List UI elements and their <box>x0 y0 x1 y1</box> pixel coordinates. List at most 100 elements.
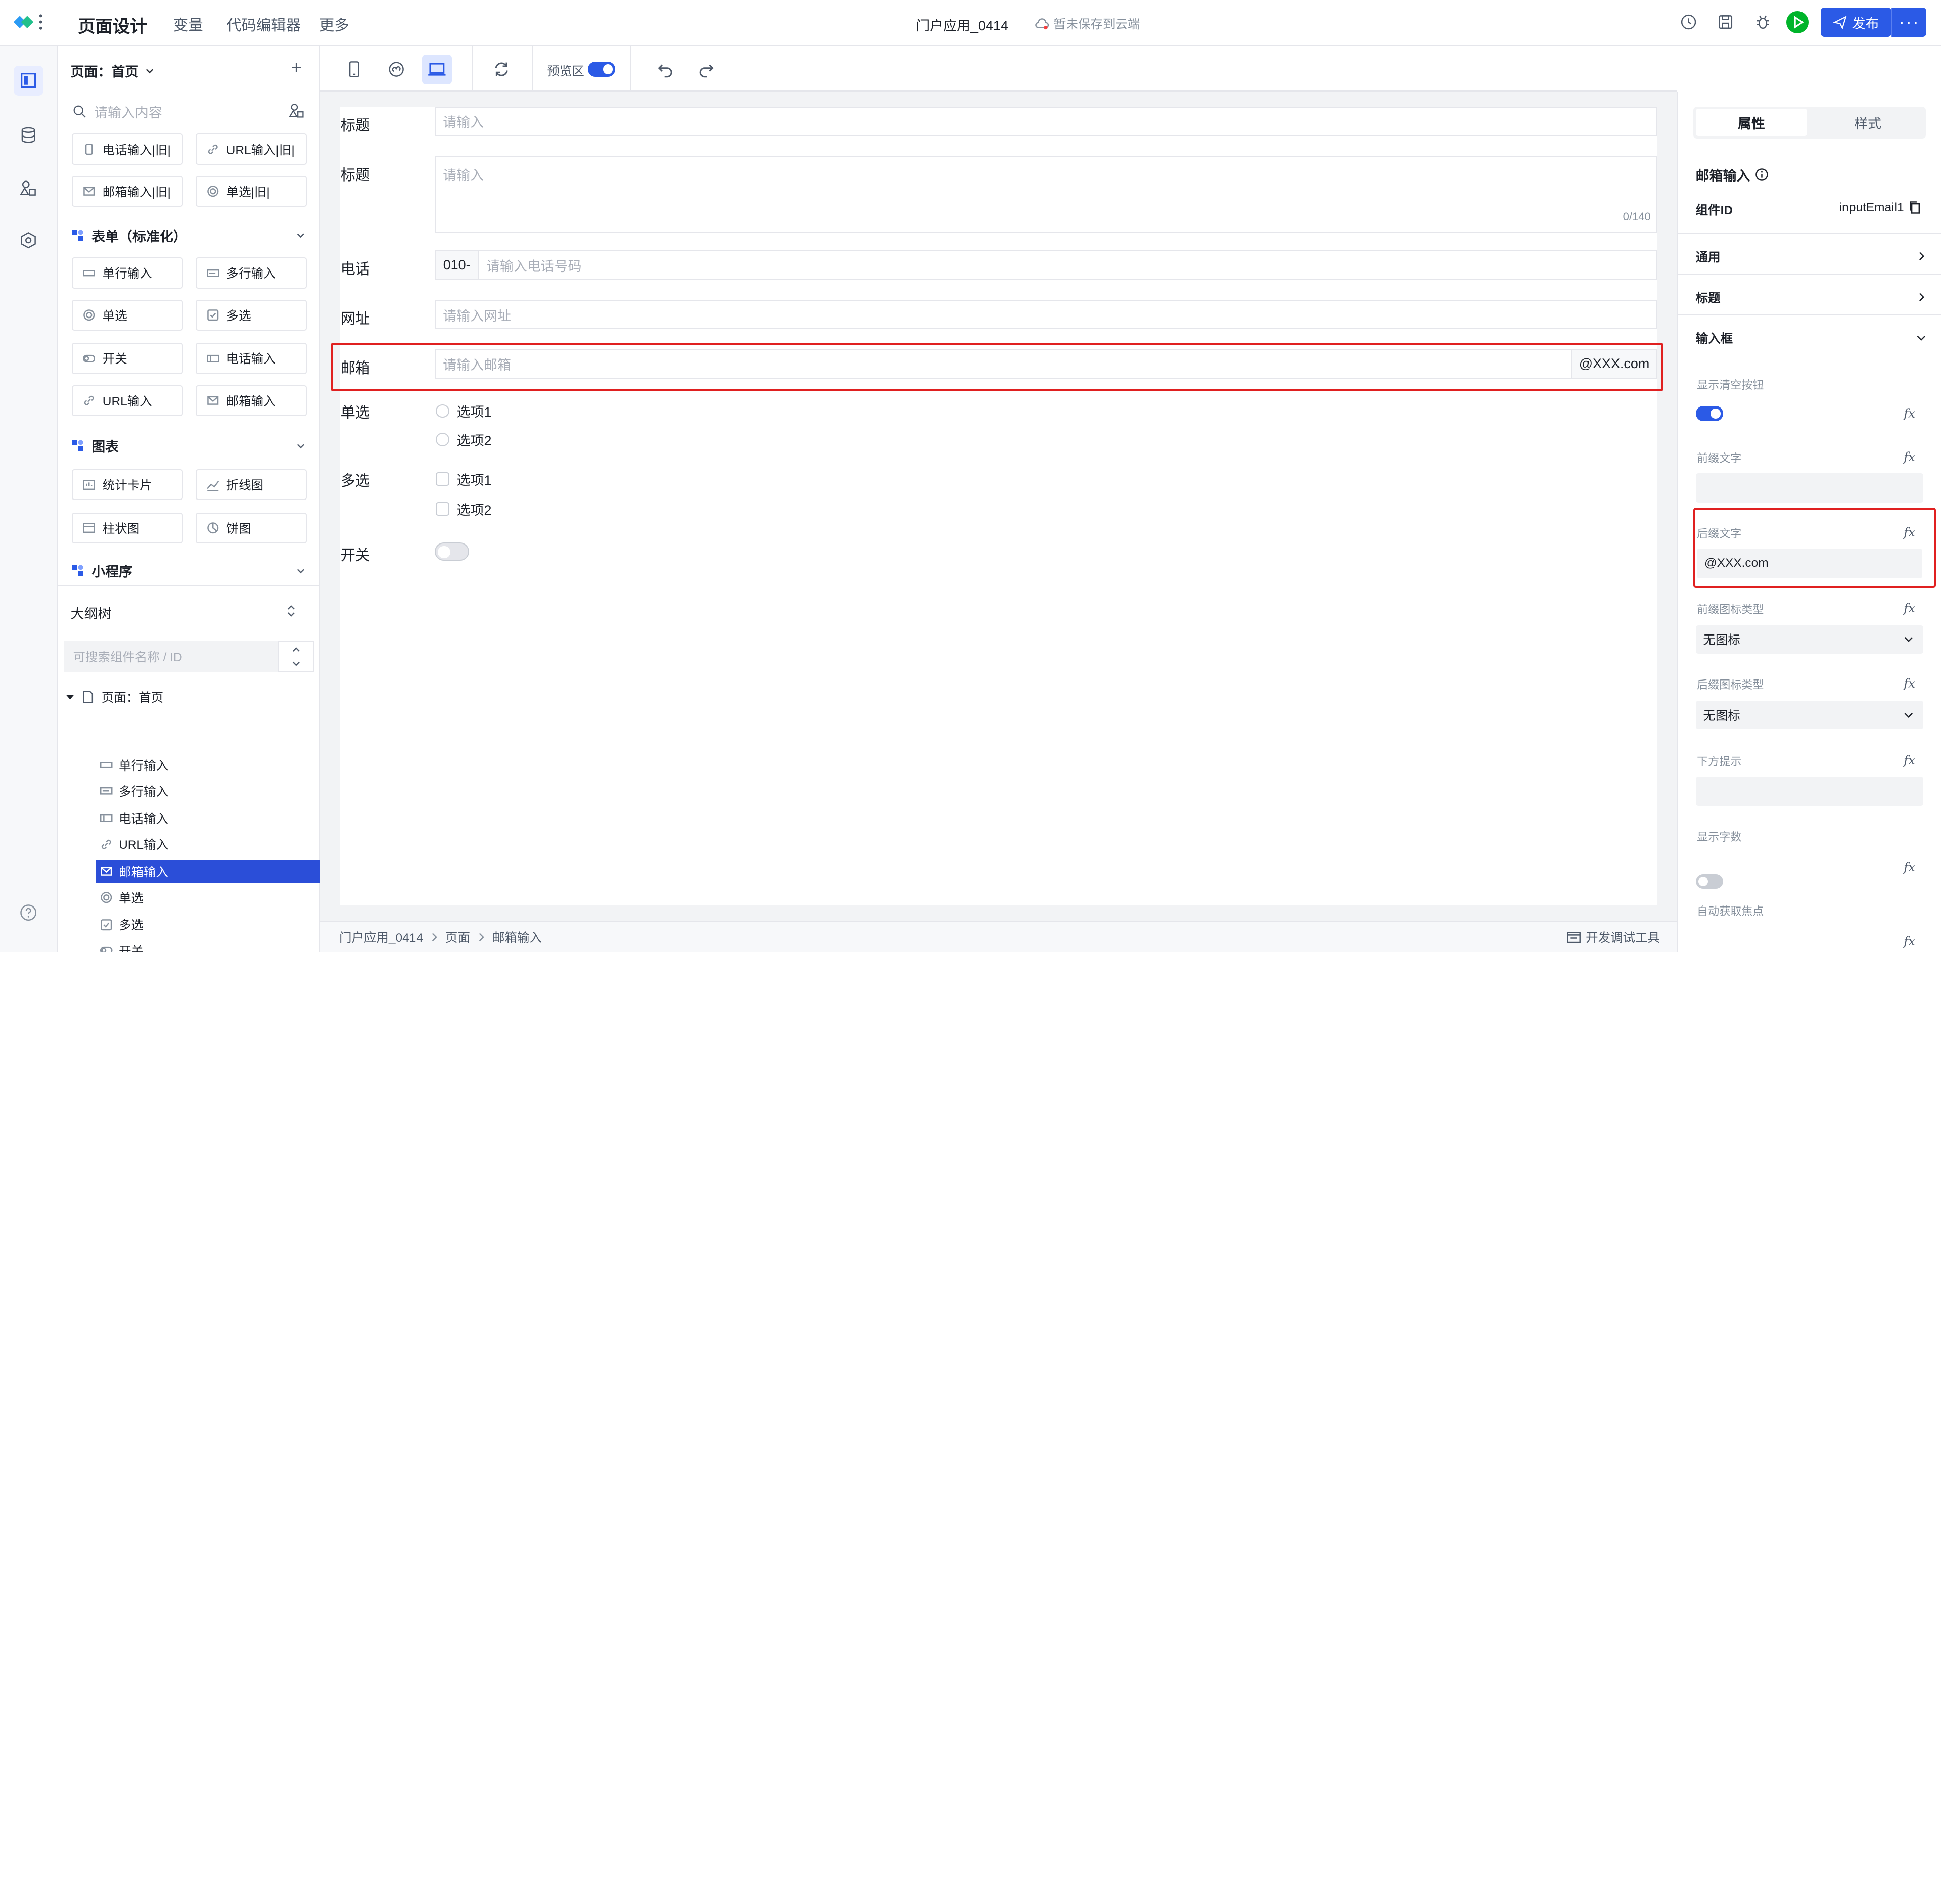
chip-url-legacy[interactable]: URL输入|旧| <box>195 133 307 165</box>
fx-icon[interactable]: fx <box>1904 753 1915 767</box>
chip-phone-input[interactable]: 电话输入 <box>195 343 307 374</box>
help-icon[interactable] <box>14 898 43 928</box>
nav-code-editor[interactable]: 代码编辑器 <box>226 14 301 35</box>
chip-radio-legacy[interactable]: 单选|旧| <box>195 175 307 207</box>
title-textarea[interactable]: 请输入 <box>434 156 1658 233</box>
expand-collapse-icon[interactable] <box>286 604 296 618</box>
group-title[interactable]: 标题 <box>1696 289 1926 306</box>
section-form[interactable]: 表单（标准化） <box>71 225 306 245</box>
chip-stat-card[interactable]: 统计卡片 <box>72 469 183 501</box>
chevron-up-icon[interactable] <box>291 646 301 653</box>
chip-radio[interactable]: 单选 <box>72 299 183 331</box>
prefix-text-input[interactable] <box>1695 473 1924 503</box>
chip-line-chart[interactable]: 折线图 <box>195 469 307 501</box>
desktop-view-icon[interactable] <box>422 54 452 84</box>
breadcrumb-page[interactable]: 页面 <box>445 928 470 946</box>
devtools-button[interactable]: 开发调试工具 <box>1567 928 1660 946</box>
nav-more[interactable]: 更多 <box>319 14 349 35</box>
tree-root[interactable]: 页面：首页 <box>66 688 163 706</box>
nav-variables[interactable]: 变量 <box>173 14 203 35</box>
refresh-icon[interactable] <box>486 55 516 84</box>
chip-checkbox[interactable]: 多选 <box>195 299 307 331</box>
chip-single-input[interactable]: 单行输入 <box>72 257 183 289</box>
form-switch[interactable] <box>434 542 470 561</box>
chip-email-legacy[interactable]: 邮箱输入|旧| <box>72 175 183 207</box>
chevron-down-icon[interactable] <box>291 660 301 668</box>
fx-icon[interactable]: fx <box>1904 934 1915 948</box>
suffix-icon-select[interactable]: 无图标 <box>1695 701 1924 730</box>
radio-circle[interactable] <box>436 432 449 446</box>
app-logo-icon[interactable] <box>11 12 46 32</box>
debug-icon[interactable] <box>1753 12 1773 32</box>
page-design-icon[interactable] <box>13 65 43 96</box>
group-general[interactable]: 通用 <box>1696 248 1926 265</box>
info-icon[interactable] <box>1755 168 1769 182</box>
clear-btn-toggle[interactable] <box>1695 406 1723 421</box>
tab-styles[interactable]: 样式 <box>1812 109 1923 136</box>
section-chart[interactable]: 图表 <box>71 436 306 456</box>
tree-node-multi-input[interactable]: 多行输入 <box>96 780 321 802</box>
outline-nav-stepper[interactable] <box>277 641 315 672</box>
preview-toggle[interactable] <box>588 62 616 77</box>
radio-option-1[interactable]: 选项1 <box>436 401 491 421</box>
component-search[interactable]: 请输入内容 <box>66 97 313 126</box>
mobile-view-icon[interactable] <box>339 55 369 84</box>
run-button[interactable] <box>1786 11 1809 34</box>
chip-email-input[interactable]: 邮箱输入 <box>195 385 307 416</box>
radio-circle[interactable] <box>436 404 449 418</box>
checkbox-option-1[interactable]: 选项1 <box>436 469 491 489</box>
prefix-icon-select[interactable]: 无图标 <box>1695 625 1924 654</box>
tree-node-single-input[interactable]: 单行输入 <box>96 754 321 776</box>
group-input-box[interactable]: 输入框 <box>1696 329 1926 347</box>
hint-input[interactable] <box>1695 776 1924 806</box>
title-input[interactable]: 请输入 <box>434 106 1658 137</box>
save-icon[interactable] <box>1716 12 1735 32</box>
breadcrumb-component[interactable]: 邮箱输入 <box>492 928 542 946</box>
section-miniprogram[interactable]: 小程序 <box>71 561 306 580</box>
publish-button[interactable]: 发布 <box>1821 7 1892 37</box>
fx-icon[interactable]: fx <box>1904 406 1915 421</box>
checkbox-option-2[interactable]: 选项2 <box>436 499 491 519</box>
search-input[interactable]: 请输入内容 <box>94 102 162 121</box>
redo-icon[interactable] <box>691 55 721 84</box>
breadcrumb-app[interactable]: 门户应用_0414 <box>339 928 423 946</box>
tree-node-checkbox[interactable]: 多选 <box>96 914 321 936</box>
fx-icon[interactable]: fx <box>1904 859 1915 874</box>
page-selector[interactable]: 页面：首页 <box>71 61 155 80</box>
radio-option-2[interactable]: 选项2 <box>436 430 491 449</box>
tree-node-phone-input[interactable]: 电话输入 <box>96 807 321 829</box>
outline-search-input[interactable]: 可搜索组件名称 / ID <box>64 641 278 672</box>
miniprogram-view-icon[interactable] <box>381 55 411 84</box>
chip-url-input[interactable]: URL输入 <box>72 385 183 416</box>
tree-node-switch[interactable]: 开关 <box>96 939 321 953</box>
tree-node-url-input[interactable]: URL输入 <box>96 833 321 855</box>
undo-icon[interactable] <box>651 55 681 84</box>
fx-icon[interactable]: fx <box>1904 449 1915 464</box>
tree-node-radio[interactable]: 单选 <box>96 886 321 909</box>
fx-icon[interactable]: fx <box>1904 676 1915 691</box>
chip-switch[interactable]: 开关 <box>72 343 183 374</box>
caret-down-icon[interactable] <box>66 693 74 701</box>
settings-hex-icon[interactable] <box>14 225 43 255</box>
tree-node-email-input[interactable]: 邮箱输入 <box>95 860 321 883</box>
add-page-button[interactable]: + <box>291 57 302 78</box>
bar-chart-icon <box>82 522 96 534</box>
chip-bar-chart[interactable]: 柱状图 <box>72 512 183 544</box>
component-library-icon[interactable] <box>288 103 305 119</box>
components-icon[interactable] <box>14 173 43 203</box>
chip-pie-chart[interactable]: 饼图 <box>195 512 307 544</box>
chip-multi-input[interactable]: 多行输入 <box>195 257 307 289</box>
checkbox-box[interactable] <box>436 502 449 516</box>
history-icon[interactable] <box>1679 12 1698 32</box>
component-name: 邮箱输入 <box>1696 165 1769 185</box>
phone-input[interactable]: 请输入电话号码 <box>478 250 1658 280</box>
chip-phone-legacy[interactable]: 电话输入|旧| <box>72 133 183 165</box>
show-count-toggle[interactable] <box>1695 874 1723 889</box>
url-input[interactable]: 请输入网址 <box>434 299 1658 330</box>
fx-icon[interactable]: fx <box>1904 601 1915 615</box>
more-button[interactable]: ··· <box>1891 7 1926 37</box>
database-icon[interactable] <box>14 120 43 150</box>
copy-icon[interactable] <box>1909 201 1921 214</box>
checkbox-box[interactable] <box>436 472 449 486</box>
tab-properties[interactable]: 属性 <box>1695 109 1808 137</box>
